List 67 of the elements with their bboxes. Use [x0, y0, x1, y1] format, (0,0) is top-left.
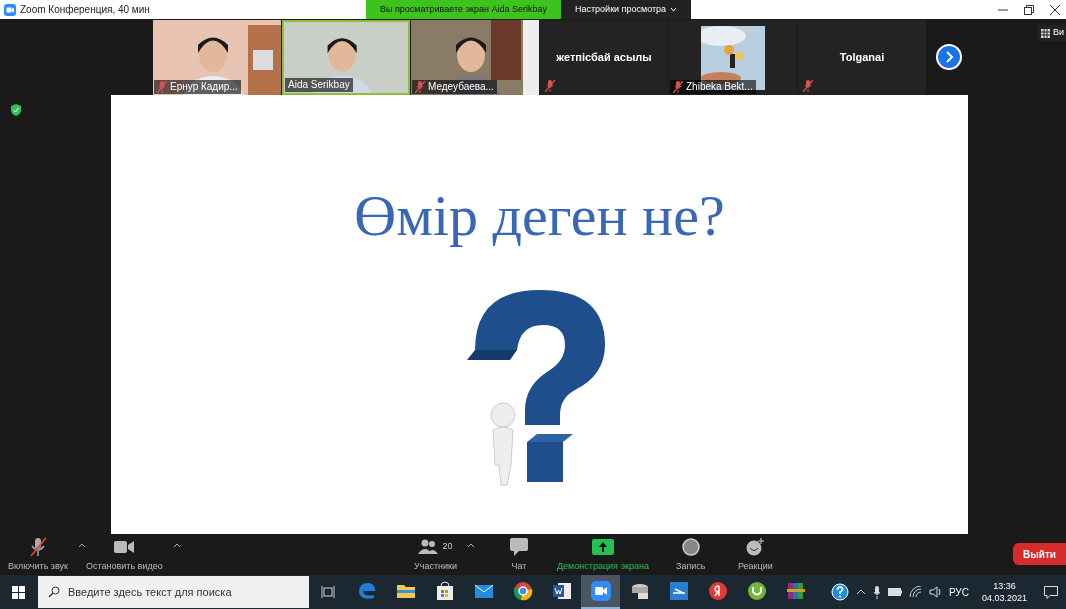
notification-icon[interactable]	[1044, 585, 1058, 599]
participant-count: 20	[442, 540, 453, 554]
document-app-icon	[551, 581, 572, 601]
mic-toolbar-button[interactable]: Включить звук	[8, 537, 69, 574]
caret-icon[interactable]	[855, 589, 866, 595]
chat-icon	[510, 538, 528, 556]
participant-name: жетпісбай асылы	[556, 49, 652, 65]
chrome-icon	[512, 581, 533, 601]
search-field[interactable]: Введите здесь текст для поиска	[38, 576, 309, 608]
clock-time: 13:36	[993, 580, 1016, 592]
shield-icon	[11, 104, 21, 116]
scanner-icon	[668, 581, 689, 601]
participants-toolbar-button[interactable]: 20 Участники	[414, 537, 457, 574]
participant-name: Tolganai	[839, 49, 885, 65]
participant-tile[interactable]: Медеубаева...	[411, 19, 539, 95]
participant-tile[interactable]: Ернур Кадир...	[153, 19, 281, 95]
screen-share-banner: Вы просматриваете экран Aida Serikbay	[366, 0, 561, 19]
record-icon	[681, 538, 700, 556]
participant-tile[interactable]: Aida Serikbay	[282, 19, 410, 95]
participant-tile[interactable]: Tolganai	[798, 19, 926, 95]
video-camera-icon	[114, 540, 135, 554]
participant-name: Медеубаева...	[428, 80, 494, 94]
close-icon[interactable]	[1050, 4, 1060, 15]
caret-icon[interactable]	[78, 543, 87, 548]
video-camera-icon	[590, 581, 611, 601]
restore-icon[interactable]	[1024, 4, 1034, 15]
caret-icon	[670, 7, 678, 12]
smiley-icon	[745, 538, 766, 556]
grid-icon	[1040, 28, 1050, 38]
torrent-icon	[746, 581, 767, 601]
battery-icon[interactable]	[887, 587, 902, 597]
leave-button[interactable]: Выйти	[1013, 543, 1066, 565]
browser-icon	[707, 581, 728, 601]
participant-name: Zhibeka Bekt...	[686, 80, 753, 94]
share-screen-icon	[592, 539, 614, 555]
task-view-icon[interactable]	[321, 586, 335, 598]
chat-toolbar-button[interactable]: Чат	[510, 537, 528, 574]
share-toolbar-button[interactable]: Демонстрация экрана	[557, 537, 649, 574]
record-toolbar-button[interactable]: Запись	[676, 537, 706, 574]
mic-icon[interactable]	[872, 585, 881, 599]
language-indicator[interactable]: РУС	[948, 584, 969, 600]
search-icon	[48, 586, 60, 598]
window-title: Zoom Конференция, 40 мин	[20, 3, 150, 17]
participant-name: Ернур Кадир...	[170, 80, 238, 94]
help-icon[interactable]	[830, 583, 849, 601]
slide-title: Өмір деген не?	[354, 187, 725, 245]
wifi-icon[interactable]	[908, 586, 922, 598]
volume-icon[interactable]	[928, 586, 942, 598]
disk-drive-icon	[629, 581, 650, 601]
archive-books-icon	[785, 581, 806, 601]
reactions-toolbar-button[interactable]: Реакции	[738, 537, 773, 574]
caret-icon[interactable]	[172, 543, 181, 548]
caret-icon[interactable]	[467, 543, 475, 548]
browser-icon	[356, 581, 377, 601]
view-button[interactable]: Ви	[1036, 25, 1066, 41]
shopping-bag-icon	[434, 581, 455, 601]
taskbar-app[interactable]	[581, 575, 620, 609]
clock-date: 04.03.2021	[981, 592, 1027, 604]
participant-tile[interactable]: Zhibeka Bekt...	[669, 19, 797, 95]
people-icon	[418, 539, 439, 555]
view-settings-button[interactable]: Настройки просмотра	[560, 0, 692, 19]
video-toolbar-button[interactable]: Остановить видео	[86, 537, 163, 574]
participant-name: Aida Serikbay	[288, 78, 350, 92]
clock[interactable]: 13:36 04.03.2021	[981, 580, 1027, 604]
windows-start-icon[interactable]	[12, 585, 25, 599]
app-icon	[4, 3, 16, 16]
participant-tile[interactable]: жетпісбай асылы	[540, 19, 668, 95]
